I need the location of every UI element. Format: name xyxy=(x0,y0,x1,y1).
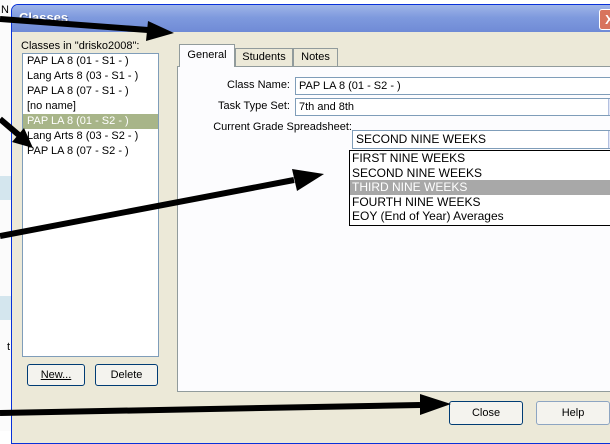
annotation-arrows xyxy=(0,16,451,416)
annotation-arrow xyxy=(0,169,324,239)
annotation-arrow xyxy=(0,394,451,416)
tab-general[interactable]: General xyxy=(179,44,235,67)
annotation-arrow xyxy=(0,16,174,41)
annotation-arrow xyxy=(0,116,33,148)
